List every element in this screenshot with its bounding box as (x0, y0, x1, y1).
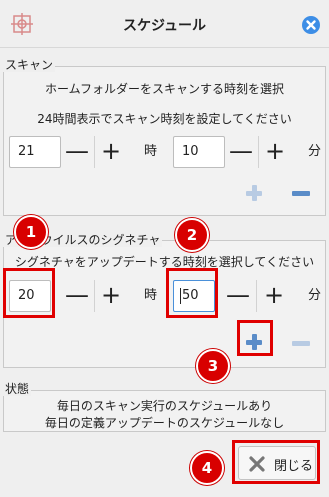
signature-minute-plus-button[interactable]: + (259, 280, 289, 312)
signature-hour-minus-button[interactable]: — (62, 280, 92, 312)
scan-hour-minus-button[interactable]: — (62, 136, 92, 168)
step-badge-1: 1 (14, 215, 48, 249)
highlight-box-minute (166, 268, 218, 318)
close-icon[interactable] (302, 16, 320, 34)
scan-description-2: 24時間表示でスキャン時刻を設定してください (37, 112, 292, 126)
title-bar: スケジュール (0, 0, 329, 48)
scan-remove-schedule-icon[interactable] (292, 191, 310, 196)
scan-add-schedule-icon[interactable] (244, 183, 264, 203)
status-group-title: 状態 (3, 382, 32, 396)
window-title: スケジュール (122, 18, 207, 34)
scan-hour-plus-button[interactable]: + (96, 136, 126, 168)
step-badge-2: 2 (175, 218, 209, 252)
highlight-box-close (232, 440, 320, 484)
signature-hour-plus-button[interactable]: + (96, 280, 126, 312)
scan-minute-minus-button[interactable]: — (226, 136, 256, 168)
signature-remove-schedule-icon[interactable] (292, 341, 310, 346)
scan-minute-separator (258, 136, 259, 168)
scan-minute-input[interactable]: 10 (173, 136, 225, 168)
signature-hour-separator (94, 280, 95, 312)
step-badge-4: 4 (190, 451, 224, 485)
scan-description-1: ホームフォルダーをスキャンする時刻を選択 (45, 82, 284, 96)
signature-hour-unit: 時 (144, 288, 158, 303)
signature-minute-minus-button[interactable]: — (223, 280, 253, 312)
status-line-1: 毎日のスキャン実行のスケジュールあり (56, 399, 273, 413)
highlight-box-hour (3, 268, 55, 318)
scan-hour-separator (94, 136, 95, 168)
scan-group-title: スキャン (3, 58, 56, 72)
scan-hour-unit: 時 (144, 144, 158, 159)
step-badge-3: 3 (196, 349, 230, 383)
signature-minute-unit: 分 (308, 288, 322, 303)
scan-hour-input[interactable]: 21 (9, 136, 61, 168)
scan-minute-unit: 分 (308, 144, 322, 159)
highlight-box-add (237, 320, 273, 356)
scan-minute-plus-button[interactable]: + (260, 136, 290, 168)
status-line-2: 毎日の定義アップデートのスケジュールなし (44, 416, 285, 430)
signature-minute-separator (256, 280, 257, 312)
